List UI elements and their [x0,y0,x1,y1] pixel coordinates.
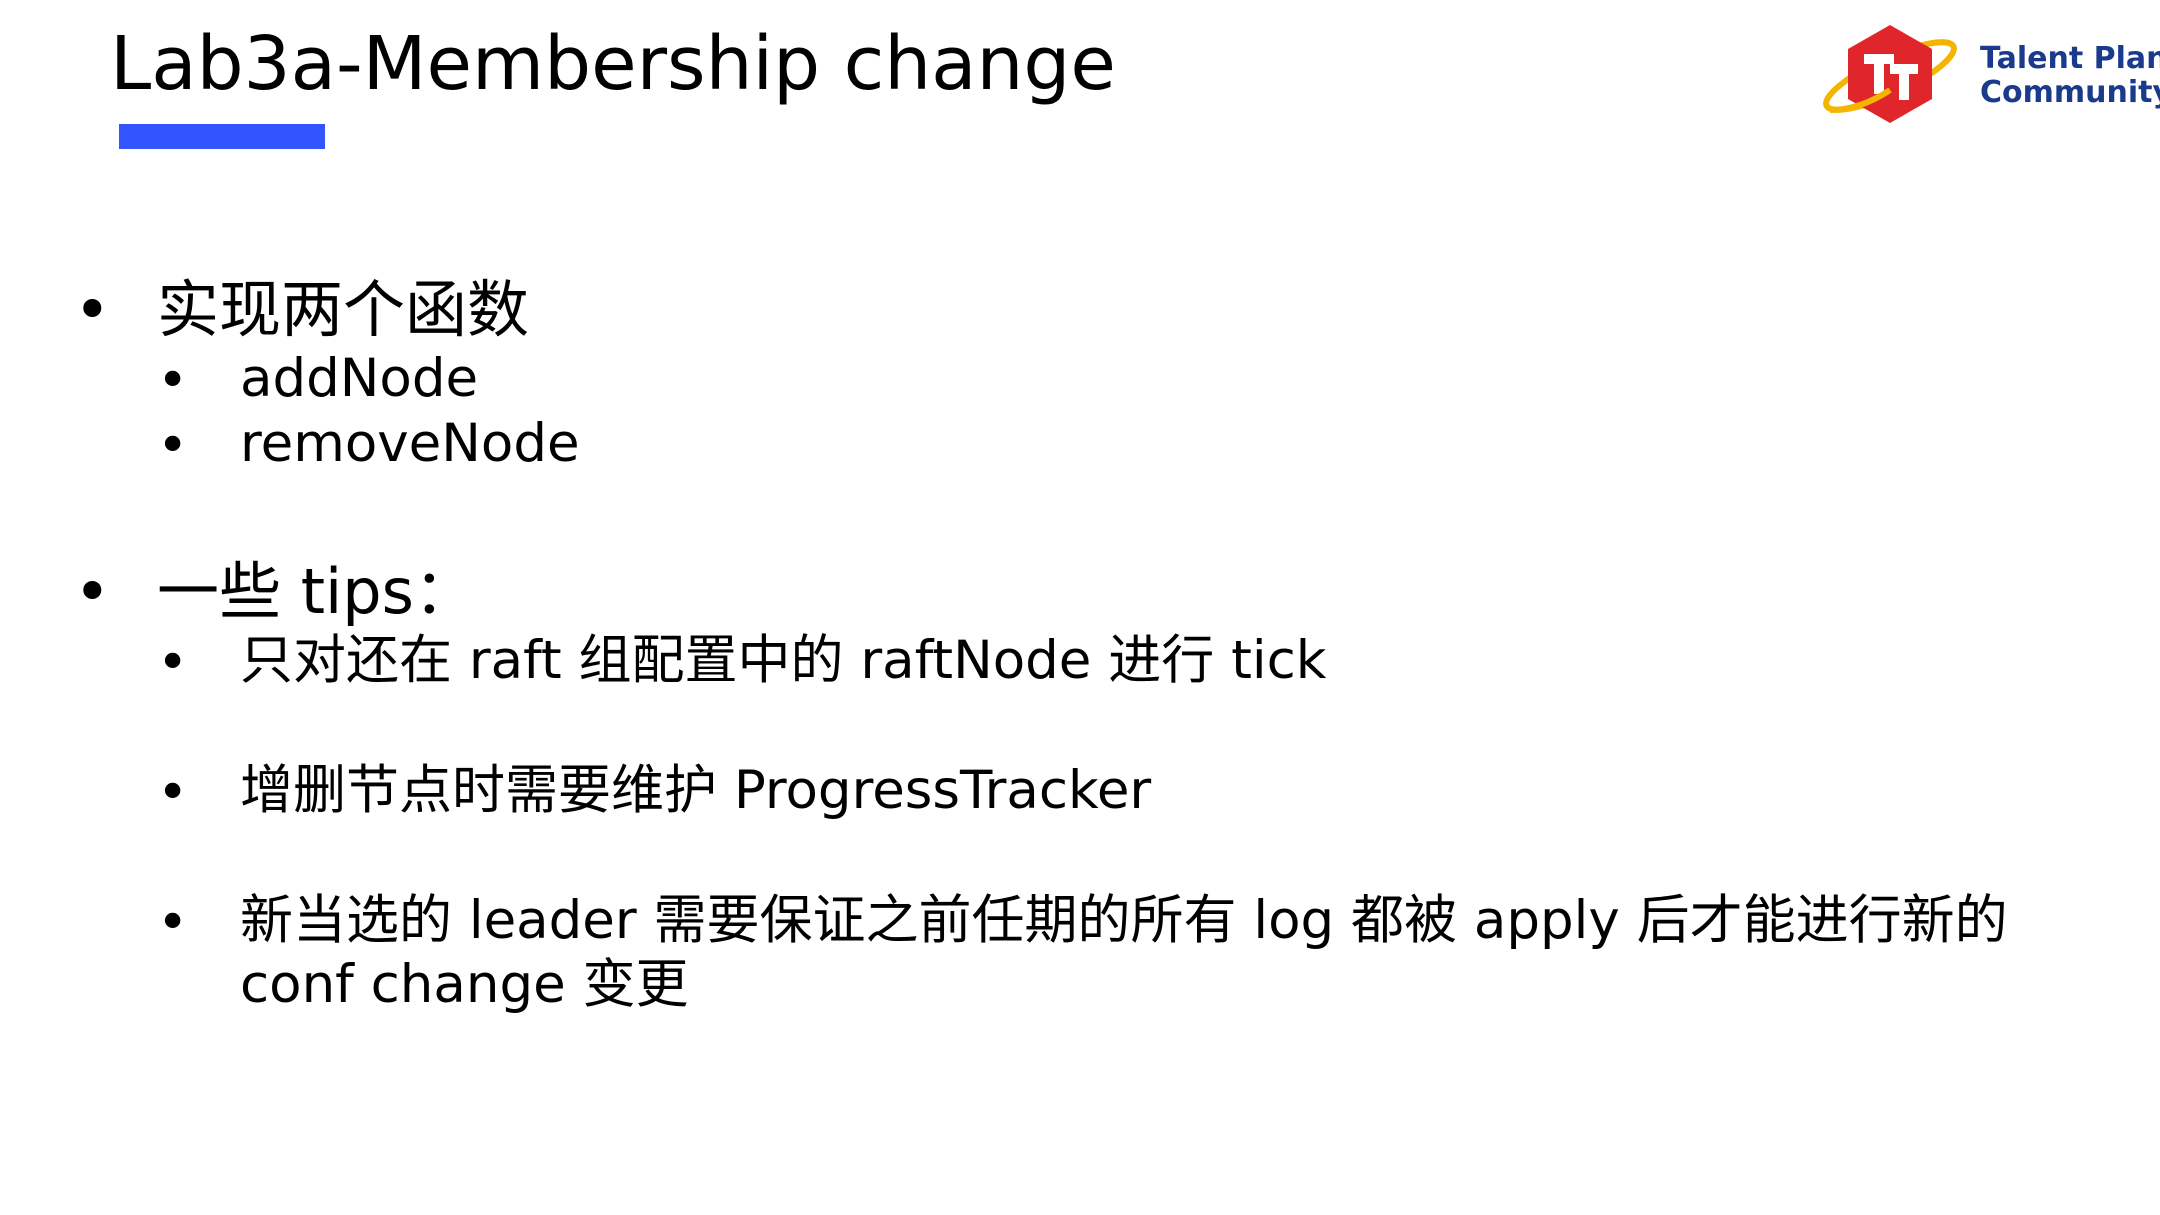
section-1-heading: 实现两个函数 [157,273,530,346]
logo-wordmark: Talent Plan Community [1980,42,2160,110]
bullet-dot-icon: • [157,762,189,823]
bullet-dot-icon: • [157,892,189,953]
list-item: 增删节点时需要维护 ProgressTracker [240,760,1152,821]
bullet-dot-icon: • [74,555,111,628]
section-2-heading: 一些 tips： [157,555,476,628]
slide-title: Lab3a-Membership change [110,21,1116,107]
list-item: removeNode [240,413,580,474]
bullet-dot-icon: • [74,273,111,346]
list-item: addNode [240,348,479,409]
list-item: 新当选的 leader 需要保证之前任期的所有 log 都被 apply 后才能… [240,890,2008,951]
bullet-dot-icon: • [157,415,189,476]
logo-line-1: Talent Plan [1980,41,2160,76]
title-accent-bar [119,124,325,149]
bullet-dot-icon: • [157,632,189,693]
bullet-dot-icon: • [157,350,189,411]
logo-line-2: Community [1980,75,2160,110]
list-item: 只对还在 raft 组配置中的 raftNode 进行 tick [240,630,1327,691]
list-item-continuation: conf change 变更 [240,954,689,1015]
